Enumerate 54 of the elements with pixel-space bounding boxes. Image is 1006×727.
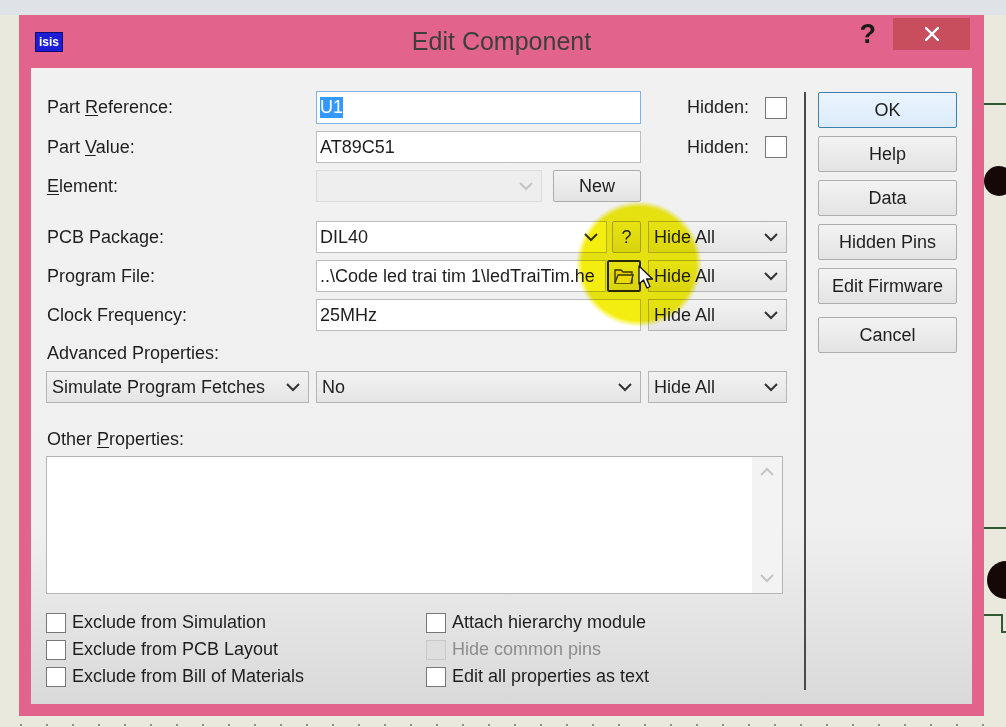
dialog-button[interactable]: Cancel <box>818 317 957 353</box>
dropdown[interactable]: No <box>316 371 641 403</box>
checkbox-label: Exclude from Simulation <box>72 612 267 633</box>
chevron-down-icon <box>764 271 778 281</box>
checkbox-label: Attach hierarchy module <box>452 612 647 633</box>
chevron-down-icon <box>618 382 632 392</box>
checkbox-label: Hide common pins <box>452 639 602 660</box>
folder-icon <box>614 268 634 284</box>
text-field[interactable]: 25MHz <box>316 299 641 331</box>
close-button[interactable] <box>893 18 970 50</box>
hidden-label: Hidden: <box>686 136 749 158</box>
chevron-down-icon <box>519 181 533 191</box>
chevron-down-icon <box>764 382 778 392</box>
dialog-button[interactable]: Data <box>818 180 957 216</box>
app-logo: isis <box>35 31 63 52</box>
field-label: Element: <box>46 175 120 197</box>
field-label: PCB Package: <box>46 226 166 248</box>
chevron-down-icon <box>764 232 778 242</box>
dialog-button[interactable]: OK <box>818 92 957 128</box>
text-field[interactable]: AT89C51 <box>316 131 641 163</box>
checkbox[interactable] <box>46 612 66 633</box>
dialog-button[interactable]: Edit Firmware <box>818 268 957 304</box>
checkbox[interactable] <box>765 136 787 158</box>
checkbox[interactable] <box>426 612 446 633</box>
checkbox-label: Exclude from Bill of Materials <box>72 666 305 687</box>
field-label: Part Value: <box>46 136 136 158</box>
window-title: Edit Component <box>411 27 592 56</box>
dialog-button[interactable]: Help <box>818 136 957 172</box>
close-icon <box>924 27 939 41</box>
checkbox-label: Exclude from PCB Layout <box>72 639 279 660</box>
help-button[interactable]: ? <box>859 18 876 50</box>
field-label: Program File: <box>46 265 157 287</box>
checkbox[interactable] <box>46 666 66 687</box>
combo-box[interactable]: DIL40 <box>316 221 607 253</box>
dropdown[interactable]: Hide All <box>648 371 787 403</box>
action-button[interactable]: ? <box>612 221 641 253</box>
folder-button[interactable] <box>607 260 641 292</box>
chevron-down-icon <box>286 382 300 392</box>
section-label: Other Properties: <box>46 428 185 450</box>
checkbox[interactable] <box>426 666 446 687</box>
checkbox[interactable] <box>46 639 66 660</box>
chevron-down-icon <box>764 310 778 320</box>
field-label: Clock Frequency: <box>46 304 189 326</box>
mouse-pointer-icon <box>638 265 654 290</box>
hidden-label: Hidden: <box>686 97 749 118</box>
dialog-button[interactable]: Hidden Pins <box>818 224 957 260</box>
checkbox[interactable] <box>765 96 787 119</box>
action-button[interactable]: New <box>553 170 641 202</box>
chevron-down-icon <box>584 232 598 242</box>
dropdown[interactable]: Hide All <box>648 221 787 253</box>
checkbox-label: Edit all properties as text <box>452 666 650 687</box>
section-label: Advanced Properties: <box>46 342 220 364</box>
dropdown[interactable]: Simulate Program Fetches <box>46 371 309 403</box>
field-label: Part Reference: <box>46 97 175 118</box>
